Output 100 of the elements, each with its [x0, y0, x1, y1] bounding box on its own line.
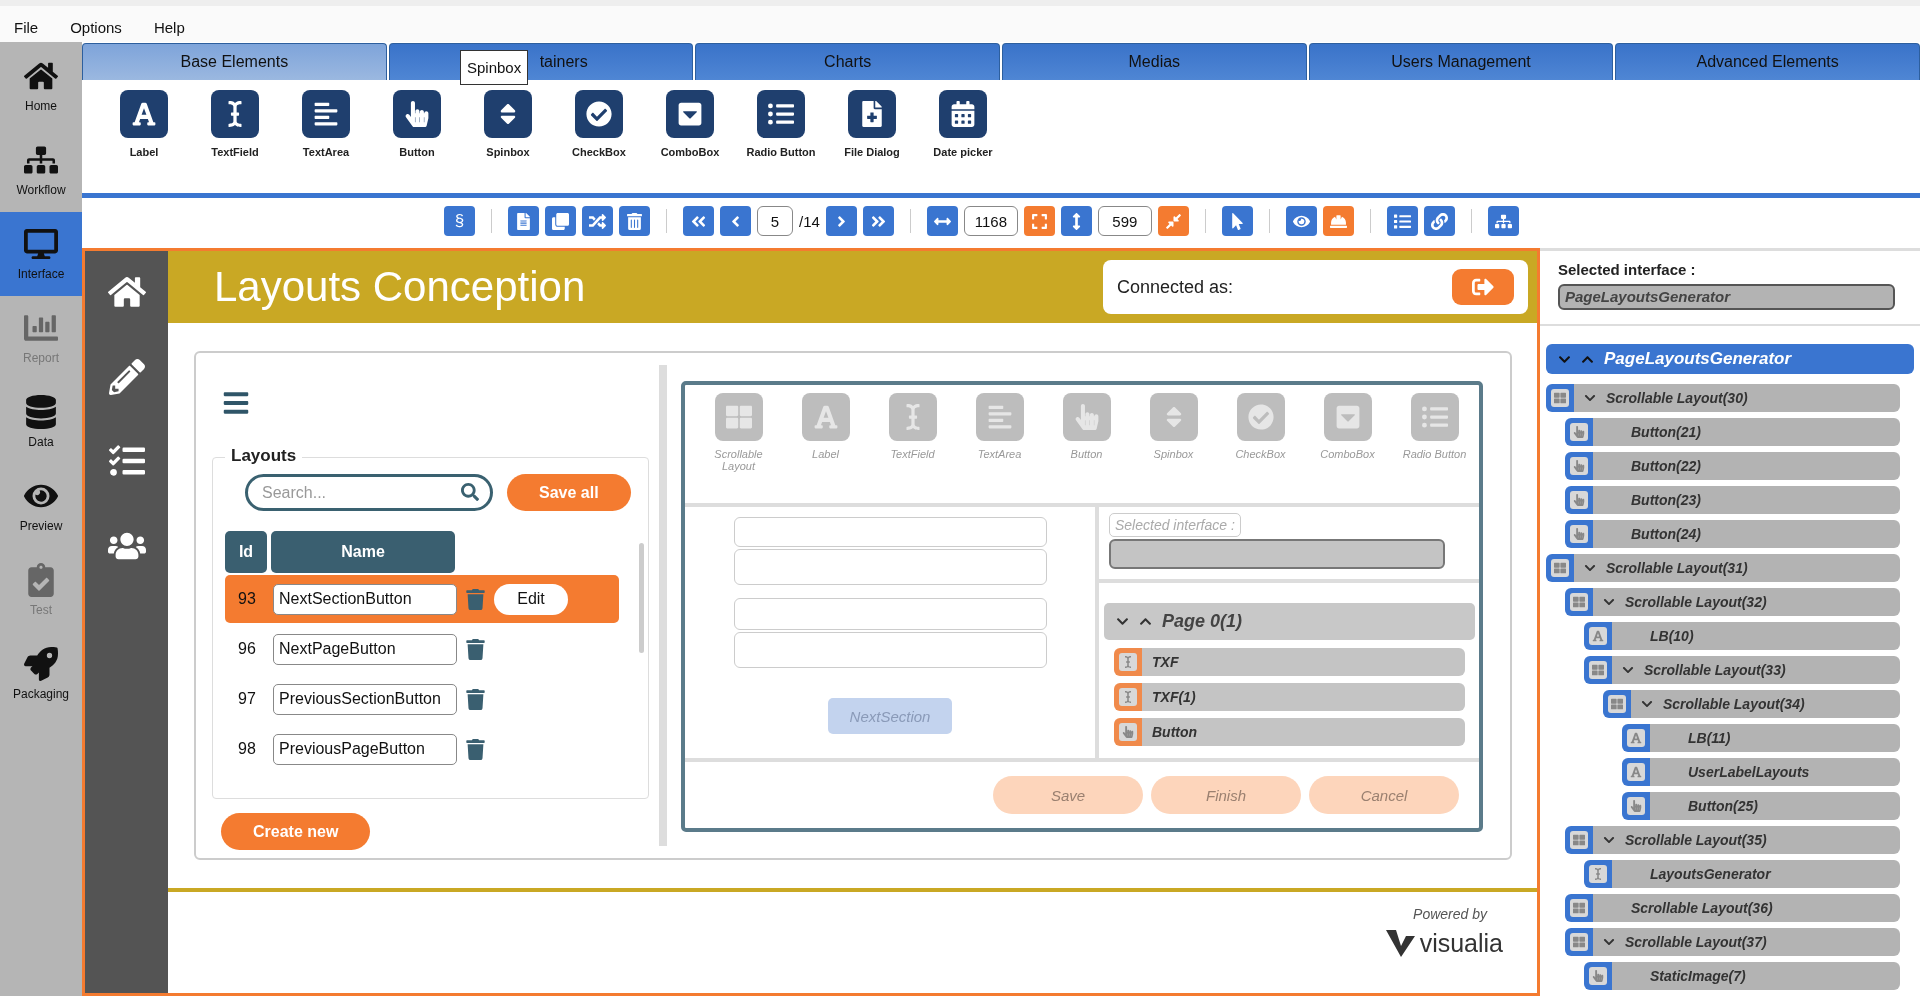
- nav-item[interactable]: Packaging: [0, 632, 82, 716]
- selected-row[interactable]: 93 NextSectionButton Edit: [225, 575, 619, 623]
- tab[interactable]: Medias: [1002, 43, 1307, 80]
- palette-item[interactable]: Radio Button: [741, 90, 821, 193]
- toolbar-button[interactable]: [1386, 206, 1418, 236]
- checklist-icon[interactable]: [108, 443, 145, 479]
- input-field[interactable]: [733, 517, 1047, 547]
- toolbar-button[interactable]: [619, 206, 650, 236]
- palette-item[interactable]: TextArea: [286, 90, 366, 193]
- tree-item[interactable]: Button(21): [1593, 418, 1900, 446]
- tree-item[interactable]: Scrollable Layout(35): [1593, 826, 1900, 854]
- chevron-down-icon[interactable]: [1622, 664, 1634, 676]
- tree-item[interactable]: Button: [1142, 718, 1465, 746]
- toolbar-button[interactable]: [1060, 206, 1092, 236]
- tree-item[interactable]: UserLabelLayouts: [1650, 758, 1900, 786]
- tree-item[interactable]: Scrollable Layout(34): [1631, 690, 1900, 718]
- chevron-down-icon[interactable]: [1603, 596, 1615, 608]
- input-field[interactable]: [733, 598, 1047, 630]
- interface-field[interactable]: [1109, 539, 1445, 569]
- chevron-down-icon[interactable]: [1116, 615, 1129, 628]
- menu-icon[interactable]: [222, 389, 250, 417]
- toolbar-button[interactable]: [545, 206, 576, 236]
- name-field[interactable]: PreviousPageButton: [273, 733, 457, 765]
- tab[interactable]: Base Elements: [82, 43, 387, 80]
- tree-item[interactable]: LB(11): [1650, 724, 1900, 752]
- menu-item[interactable]: Help: [143, 18, 195, 36]
- palette-item[interactable]: TextField: [195, 90, 275, 193]
- tree-item[interactable]: Button(22): [1593, 452, 1900, 480]
- list-row[interactable]: 96 NextPageButton: [225, 625, 619, 673]
- tree-item[interactable]: Scrollable Layout(37): [1593, 928, 1900, 956]
- toolbar-button[interactable]: [862, 206, 894, 236]
- number-field[interactable]: 599: [1097, 206, 1152, 236]
- tab[interactable]: Charts: [695, 43, 1000, 80]
- tree-item[interactable]: TXF: [1142, 648, 1465, 676]
- toolbar-button[interactable]: [1157, 206, 1189, 236]
- palette-item[interactable]: Label: [104, 90, 184, 193]
- tree-item[interactable]: StaticImage(7): [1612, 962, 1900, 990]
- chevron-down-icon[interactable]: [1584, 392, 1596, 404]
- nav-item[interactable]: Preview: [0, 464, 82, 548]
- number-field[interactable]: 5: [757, 206, 793, 236]
- toolbar-button[interactable]: [1322, 206, 1354, 236]
- toolbar-button[interactable]: [1285, 206, 1317, 236]
- name-field[interactable]: PreviousSectionButton: [273, 683, 457, 715]
- chevron-down-icon[interactable]: [1603, 936, 1615, 948]
- scrollbar[interactable]: [659, 365, 667, 846]
- tree-item[interactable]: Scrollable Layout(33): [1612, 656, 1900, 684]
- tab[interactable]: Advanced Elements: [1615, 43, 1920, 80]
- trash-icon[interactable]: [465, 638, 486, 660]
- tree-root[interactable]: PageLayoutsGenerator: [1546, 344, 1914, 374]
- name-field[interactable]: NextSectionButton: [273, 583, 457, 615]
- palette-item[interactable]: Button: [377, 90, 457, 193]
- toolbar-button[interactable]: [683, 206, 714, 236]
- tree-item[interactable]: Button(23): [1593, 486, 1900, 514]
- name-field[interactable]: NextPageButton: [273, 633, 457, 665]
- tree-item[interactable]: LB(10): [1612, 622, 1900, 650]
- list-row[interactable]: 97 PreviousSectionButton: [225, 675, 619, 723]
- tree-item[interactable]: TXF(1): [1142, 683, 1465, 711]
- input-field[interactable]: [733, 632, 1047, 668]
- edit-button[interactable]: Edit: [494, 583, 568, 615]
- pencil-icon[interactable]: [108, 359, 145, 395]
- page-node[interactable]: Page 0(1): [1104, 603, 1475, 640]
- search-field[interactable]: Search...: [245, 474, 493, 511]
- chevron-up-icon[interactable]: [1139, 615, 1152, 628]
- tab[interactable]: Users Management: [1308, 43, 1614, 80]
- tree-item[interactable]: Button(24): [1593, 520, 1900, 548]
- chevron-down-icon[interactable]: [1641, 698, 1653, 710]
- nav-item[interactable]: Workflow: [0, 128, 82, 212]
- toolbar-button[interactable]: [1487, 206, 1519, 236]
- number-field[interactable]: 1168: [963, 206, 1018, 236]
- tree-item[interactable]: Button(25): [1650, 792, 1900, 820]
- toolbar-button[interactable]: §: [444, 206, 475, 236]
- toolbar-button[interactable]: [582, 206, 613, 236]
- toolbar-button[interactable]: [926, 206, 958, 236]
- tree-item[interactable]: LayoutsGenerator: [1612, 860, 1900, 888]
- palette-item[interactable]: File Dialog: [832, 90, 912, 193]
- toolbar-button[interactable]: [1423, 206, 1455, 236]
- tree-item[interactable]: Scrollable Layout(30): [1574, 384, 1900, 412]
- tree-item[interactable]: Scrollable Layout(36): [1593, 894, 1900, 922]
- toolbar-button[interactable]: [825, 206, 857, 236]
- palette-item[interactable]: ComboBox: [650, 90, 730, 193]
- nav-item[interactable]: Interface: [0, 212, 82, 296]
- menu-item[interactable]: File: [4, 18, 49, 36]
- input-field[interactable]: [733, 549, 1047, 585]
- nav-item[interactable]: Home: [0, 44, 82, 128]
- palette-item[interactable]: Date picker: [923, 90, 1003, 193]
- logout-button[interactable]: [1452, 269, 1514, 305]
- nav-item[interactable]: Data: [0, 380, 82, 464]
- toolbar-button[interactable]: [1023, 206, 1055, 236]
- palette-item[interactable]: CheckBox: [559, 90, 639, 193]
- toolbar-button[interactable]: [720, 206, 751, 236]
- tree-item[interactable]: Scrollable Layout(31): [1574, 554, 1900, 582]
- trash-icon[interactable]: [465, 738, 486, 760]
- chevron-down-icon[interactable]: [1603, 834, 1615, 846]
- interface-field[interactable]: PageLayoutsGenerator: [1558, 284, 1895, 310]
- scrollbar[interactable]: [639, 543, 644, 653]
- list-row[interactable]: 98 PreviousPageButton: [225, 725, 619, 773]
- menu-item[interactable]: Options: [60, 18, 132, 36]
- chevron-down-icon[interactable]: [1584, 562, 1596, 574]
- trash-icon[interactable]: [465, 688, 486, 710]
- palette-item[interactable]: Spinbox: [468, 90, 548, 193]
